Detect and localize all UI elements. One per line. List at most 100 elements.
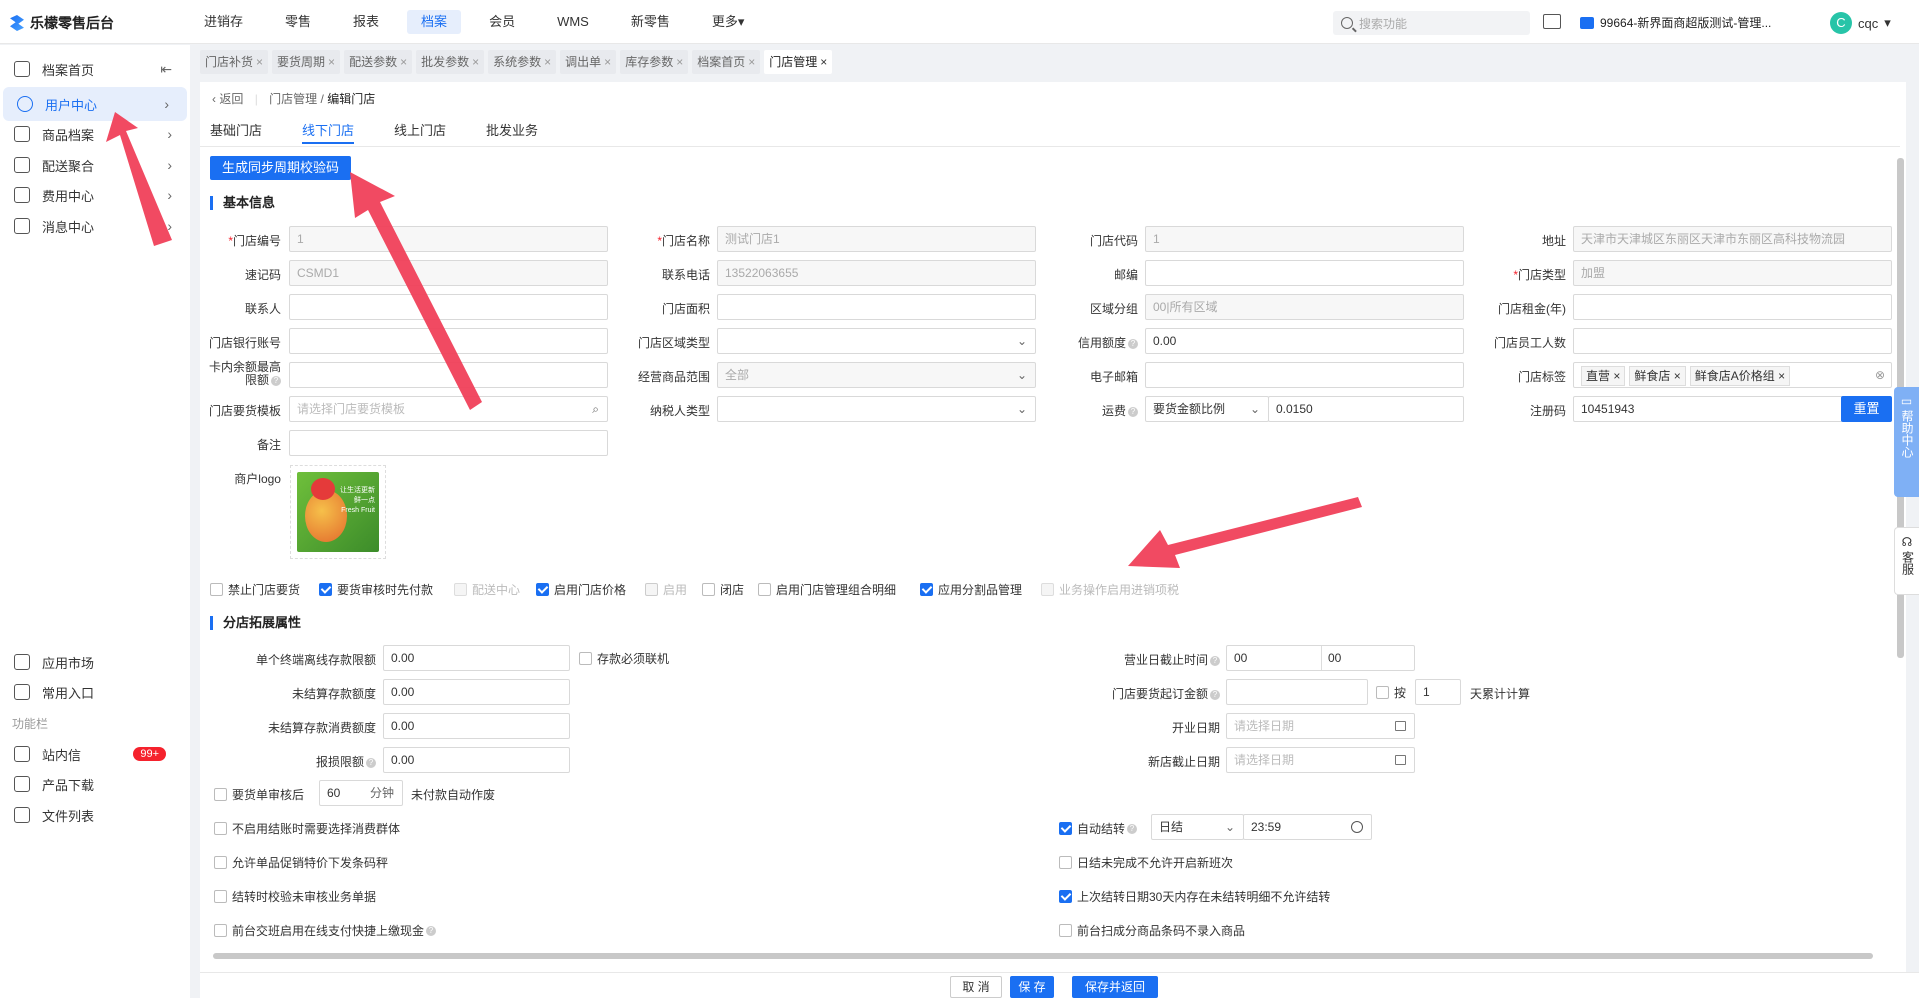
page-tab[interactable]: 批发参数 ×: [416, 50, 485, 74]
page-tab[interactable]: 系统参数 ×: [488, 50, 557, 74]
checkbox-closed[interactable]: 闭店: [702, 581, 744, 598]
sidebar-item-inbox[interactable]: 站内信 99+: [0, 737, 190, 771]
auto-close-mode-select[interactable]: 日结 ⌄: [1151, 814, 1244, 840]
user-menu[interactable]: C cqc ▾: [1830, 12, 1891, 34]
unsettled-consume-field[interactable]: 0.00: [383, 713, 570, 739]
remark-field[interactable]: [289, 430, 608, 456]
topnav-item[interactable]: WMS: [543, 10, 603, 34]
store-selector[interactable]: 99664-新界面商超版测试-管理...: [1580, 14, 1771, 31]
checkbox-auto-close[interactable]: 自动结转?: [1059, 820, 1138, 837]
page-tab[interactable]: 配送参数 ×: [344, 50, 413, 74]
topnav-item-active[interactable]: 档案: [407, 10, 462, 34]
save-button[interactable]: 保 存: [1010, 976, 1054, 998]
phone-field[interactable]: 13522063655: [717, 260, 1036, 286]
rent-field[interactable]: [1573, 294, 1892, 320]
topnav-item[interactable]: 新零售: [617, 10, 684, 34]
checkbox-pay-first[interactable]: 要货审核时先付款: [319, 581, 433, 598]
page-tab[interactable]: 要货周期 ×: [272, 50, 341, 74]
checkbox-deposit-online[interactable]: 存款必须联机: [579, 650, 669, 667]
horizontal-scrollbar[interactable]: [213, 953, 1873, 959]
generate-sync-code-button[interactable]: 生成同步周期校验码: [210, 156, 351, 180]
region-type-select[interactable]: ⌄: [717, 328, 1036, 354]
checkbox-forbid-order[interactable]: 禁止门店要货: [210, 581, 300, 598]
biz-end-time-field[interactable]: 00 00: [1226, 645, 1415, 671]
store-type-field[interactable]: 加盟: [1573, 260, 1892, 286]
help-center-button[interactable]: ▭ 帮助中心: [1894, 387, 1919, 497]
taxpayer-type-select[interactable]: ⌄: [717, 396, 1036, 422]
page-tab[interactable]: 调出单 ×: [560, 50, 617, 74]
page-tab-active[interactable]: 门店管理 ×: [764, 50, 833, 74]
close-icon[interactable]: ×: [328, 55, 335, 69]
back-link[interactable]: ‹ 返回: [212, 92, 243, 106]
audit-minutes-field[interactable]: 60 分钟: [319, 780, 403, 806]
offline-limit-field[interactable]: 0.00: [383, 645, 570, 671]
checkbox-combo-detail[interactable]: 启用门店管理组合明细: [758, 581, 896, 598]
freight-value-field[interactable]: 0.0150: [1268, 396, 1464, 422]
checkbox-by-days[interactable]: 按: [1376, 684, 1406, 701]
close-icon[interactable]: ×: [544, 55, 551, 69]
tab-basic-store[interactable]: 基础门店: [210, 120, 262, 144]
tab-online-store[interactable]: 线上门店: [394, 120, 446, 144]
close-icon[interactable]: ×: [472, 55, 479, 69]
postcode-field[interactable]: [1145, 260, 1464, 286]
card-max-field[interactable]: [289, 362, 608, 388]
close-icon[interactable]: ×: [400, 55, 407, 69]
area-field[interactable]: [717, 294, 1036, 320]
checkbox-split-goods[interactable]: 应用分割品管理: [920, 581, 1022, 598]
sidebar-item-delivery[interactable]: 配送聚合 ›: [0, 148, 190, 182]
clear-icon[interactable]: ⊗: [1875, 366, 1885, 384]
auto-close-time-field[interactable]: 23:59: [1243, 814, 1372, 840]
checkbox-component-barcode[interactable]: 前台扫成分商品条码不录入商品: [1059, 922, 1245, 939]
open-date-picker[interactable]: 请选择日期: [1226, 713, 1415, 739]
order-min-field[interactable]: [1226, 679, 1368, 705]
template-field[interactable]: 请选择门店要货模板 ⌕: [289, 396, 608, 422]
sidebar-item-archive-home[interactable]: 档案首页 ⇤: [0, 52, 190, 86]
close-icon[interactable]: ×: [1613, 369, 1620, 383]
store-name-field[interactable]: 测试门店1: [717, 226, 1036, 252]
staff-count-field[interactable]: [1573, 328, 1892, 354]
credit-limit-field[interactable]: 0.00: [1145, 328, 1464, 354]
page-tab[interactable]: 门店补货 ×: [200, 50, 269, 74]
checkbox-consumer-group[interactable]: 不启用结账时需要选择消费群体: [214, 820, 400, 837]
sidebar-item-common-entry[interactable]: 常用入口: [0, 675, 190, 709]
search-input[interactable]: 搜索功能: [1333, 11, 1530, 35]
logo-upload[interactable]: 让生活更新鲜一点 Fresh Fruit: [290, 465, 386, 559]
topnav-item[interactable]: 报表: [339, 10, 393, 34]
close-icon[interactable]: ×: [604, 55, 611, 69]
save-and-return-button[interactable]: 保存并返回: [1072, 976, 1158, 998]
unsettled-amount-field[interactable]: 0.00: [383, 679, 570, 705]
page-tab[interactable]: 库存参数 ×: [620, 50, 689, 74]
sidebar-item-user-center[interactable]: 用户中心 ›: [3, 87, 187, 121]
cancel-button[interactable]: 取 消: [950, 976, 1002, 998]
sidebar-item-goods[interactable]: 商品档案 ›: [0, 117, 190, 151]
close-icon[interactable]: ×: [1674, 369, 1681, 383]
checkbox-shift-block[interactable]: 日结未完成不允许开启新班次: [1059, 854, 1233, 871]
sidebar-item-files[interactable]: 文件列表: [0, 798, 190, 832]
email-field[interactable]: [1145, 362, 1464, 388]
checkbox-store-price[interactable]: 启用门店价格: [536, 581, 626, 598]
close-icon[interactable]: ×: [820, 55, 827, 69]
printer-icon[interactable]: [1543, 14, 1561, 29]
bank-account-field[interactable]: [289, 328, 608, 354]
checkbox-online-pay-cash[interactable]: 前台交班启用在线支付快捷上缴现金?: [214, 922, 437, 939]
topnav-item[interactable]: 会员: [475, 10, 529, 34]
quick-code-field[interactable]: CSMD1: [289, 260, 608, 286]
checkbox-30-days[interactable]: 上次结转日期30天内存在未结转明细不允许结转: [1059, 888, 1330, 905]
days-field[interactable]: 1: [1415, 679, 1461, 705]
checkbox-promo-scale[interactable]: 允许单品促销特价下发条码秤: [214, 854, 388, 871]
sidebar-item-download[interactable]: 产品下载: [0, 767, 190, 801]
reset-button[interactable]: 重置: [1841, 396, 1892, 422]
topnav-item[interactable]: 零售: [271, 10, 325, 34]
sidebar-item-app-market[interactable]: 应用市场: [0, 645, 190, 679]
region-field[interactable]: 00|所有区域: [1145, 294, 1464, 320]
collapse-icon[interactable]: ⇤: [160, 61, 172, 78]
store-tags-select[interactable]: 直营 × 鲜食店 × 鲜食店A价格组 × ⊗: [1573, 362, 1892, 388]
close-icon[interactable]: ×: [676, 55, 683, 69]
store-code-field[interactable]: 1: [1145, 226, 1464, 252]
app-logo[interactable]: 乐檬零售后台: [10, 13, 114, 33]
address-field[interactable]: 天津市天津城区东丽区天津市东丽区高科技物流园: [1573, 226, 1892, 252]
close-icon[interactable]: ×: [256, 55, 263, 69]
search-icon[interactable]: ⌕: [592, 397, 599, 421]
freight-mode-select[interactable]: 要货金额比例 ⌄: [1145, 396, 1269, 422]
tab-offline-store[interactable]: 线下门店: [302, 120, 355, 144]
